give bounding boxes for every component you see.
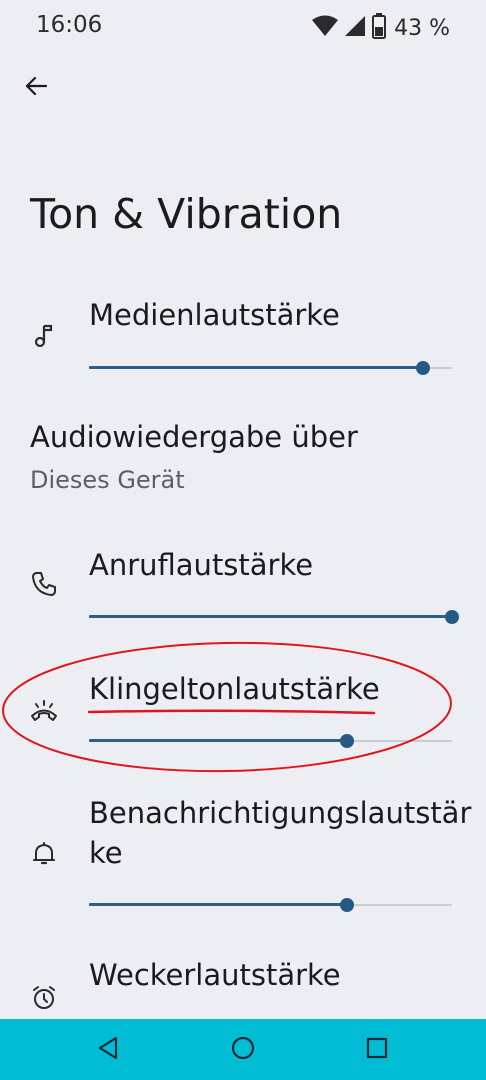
red-annotation-overlay bbox=[2, 641, 452, 773]
media-volume-label: Medienlautstärke bbox=[89, 298, 340, 332]
alarm-volume-label: Weckerlautstärke bbox=[89, 958, 341, 992]
nav-home-button[interactable] bbox=[226, 1033, 260, 1067]
back-triangle-icon bbox=[97, 1036, 119, 1064]
wifi-icon bbox=[312, 15, 339, 41]
status-icons: 43 % bbox=[312, 12, 450, 44]
cell-signal-icon bbox=[344, 15, 366, 41]
slider-thumb[interactable] bbox=[339, 898, 354, 912]
battery-percent: 43 % bbox=[394, 15, 450, 41]
call-volume-slider[interactable] bbox=[89, 607, 459, 627]
slider-thumb[interactable] bbox=[445, 610, 459, 624]
notification-volume-label-line2: ke bbox=[89, 836, 123, 870]
status-bar: 16:06 43 % bbox=[0, 0, 486, 56]
annotation-underline bbox=[87, 709, 376, 715]
nav-back-button[interactable] bbox=[91, 1033, 125, 1067]
call-volume-label: Anruflautstärke bbox=[89, 548, 314, 582]
ring-volume-label: Klingeltonlautstärke bbox=[89, 672, 380, 706]
slider-thumb[interactable] bbox=[415, 361, 430, 375]
phone-icon bbox=[28, 568, 60, 600]
navigation-bar bbox=[0, 1019, 486, 1080]
annotation-ellipse bbox=[2, 641, 452, 773]
audio-output-subtitle: Dieses Gerät bbox=[30, 466, 185, 494]
page-title: Ton & Vibration bbox=[30, 190, 343, 238]
ring-volume-icon bbox=[28, 695, 60, 727]
slider-fill bbox=[89, 615, 452, 618]
notification-volume-label-line1: Benachrichtigungslautstär bbox=[89, 796, 472, 830]
nav-recents-button[interactable] bbox=[360, 1033, 394, 1067]
media-volume-slider[interactable] bbox=[89, 358, 452, 378]
battery-icon bbox=[372, 13, 387, 43]
ring-volume-slider[interactable] bbox=[89, 731, 452, 751]
audio-output-title: Audiowiedergabe über bbox=[30, 420, 358, 454]
slider-fill bbox=[89, 366, 423, 369]
bell-icon bbox=[28, 838, 60, 870]
slider-fill bbox=[89, 903, 347, 906]
recents-square-icon bbox=[366, 1037, 388, 1063]
status-time: 16:06 bbox=[36, 12, 103, 38]
home-circle-icon bbox=[230, 1035, 256, 1065]
alarm-clock-icon bbox=[28, 982, 60, 1014]
slider-fill bbox=[89, 739, 347, 742]
arrow-left-icon bbox=[25, 76, 48, 100]
back-button[interactable] bbox=[18, 70, 54, 106]
music-note-icon bbox=[28, 320, 60, 352]
slider-thumb[interactable] bbox=[339, 734, 354, 748]
notification-volume-slider[interactable] bbox=[89, 895, 452, 915]
